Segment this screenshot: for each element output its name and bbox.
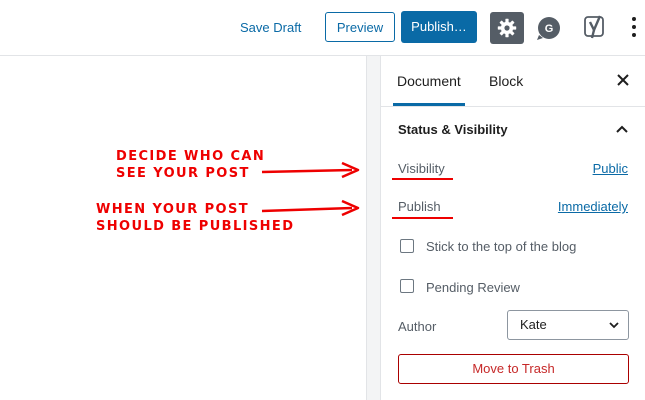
annotation-publish-line2: SHOULD BE PUBLISHED bbox=[96, 219, 295, 234]
save-draft-button[interactable]: Save Draft bbox=[232, 14, 309, 42]
author-selected-value: Kate bbox=[520, 317, 547, 332]
tab-block[interactable]: Block bbox=[489, 56, 523, 106]
settings-sidebar: Document Block Status & Visibility Visib… bbox=[380, 56, 645, 400]
author-label: Author bbox=[398, 319, 437, 334]
chevron-down-icon bbox=[609, 322, 619, 329]
settings-button[interactable] bbox=[490, 12, 524, 44]
publish-date-toggle[interactable]: Immediately bbox=[558, 199, 628, 214]
annotation-publish-line1: WHEN YOUR POST bbox=[96, 202, 250, 217]
more-vertical-icon[interactable] bbox=[627, 14, 641, 42]
annotation-visibility: DECIDE WHO CAN SEE YOUR POST bbox=[116, 148, 265, 182]
sticky-label: Stick to the top of the blog bbox=[426, 239, 577, 254]
editor-header: Save Draft Preview Publish… G bbox=[0, 0, 645, 56]
tab-document[interactable]: Document bbox=[393, 56, 465, 106]
pending-review-label: Pending Review bbox=[426, 280, 520, 295]
close-icon[interactable] bbox=[616, 73, 630, 87]
publish-button[interactable]: Publish… bbox=[401, 11, 477, 43]
chevron-up-icon[interactable] bbox=[615, 124, 629, 134]
pending-review-checkbox[interactable] bbox=[400, 279, 414, 293]
annotation-publish: WHEN YOUR POST SHOULD BE PUBLISHED bbox=[96, 201, 294, 235]
sticky-checkbox[interactable] bbox=[400, 239, 414, 253]
annotation-visibility-line1: DECIDE WHO CAN bbox=[116, 149, 266, 164]
move-to-trash-button[interactable]: Move to Trash bbox=[398, 354, 629, 384]
preview-button[interactable]: Preview bbox=[325, 12, 395, 42]
visibility-label: Visibility bbox=[398, 161, 445, 176]
visibility-toggle[interactable]: Public bbox=[593, 161, 628, 176]
scroll-divider bbox=[366, 56, 380, 400]
annotation-visibility-line2: SEE YOUR POST bbox=[116, 166, 250, 181]
sidebar-tabs: Document Block bbox=[381, 56, 645, 107]
author-select[interactable]: Kate bbox=[507, 310, 629, 340]
yoast-icon[interactable] bbox=[583, 14, 607, 40]
svg-text:G: G bbox=[545, 23, 554, 35]
grammarly-icon[interactable]: G bbox=[536, 15, 562, 41]
panel-title[interactable]: Status & Visibility bbox=[398, 122, 508, 137]
publish-label: Publish bbox=[398, 199, 441, 214]
gear-icon bbox=[497, 18, 517, 38]
